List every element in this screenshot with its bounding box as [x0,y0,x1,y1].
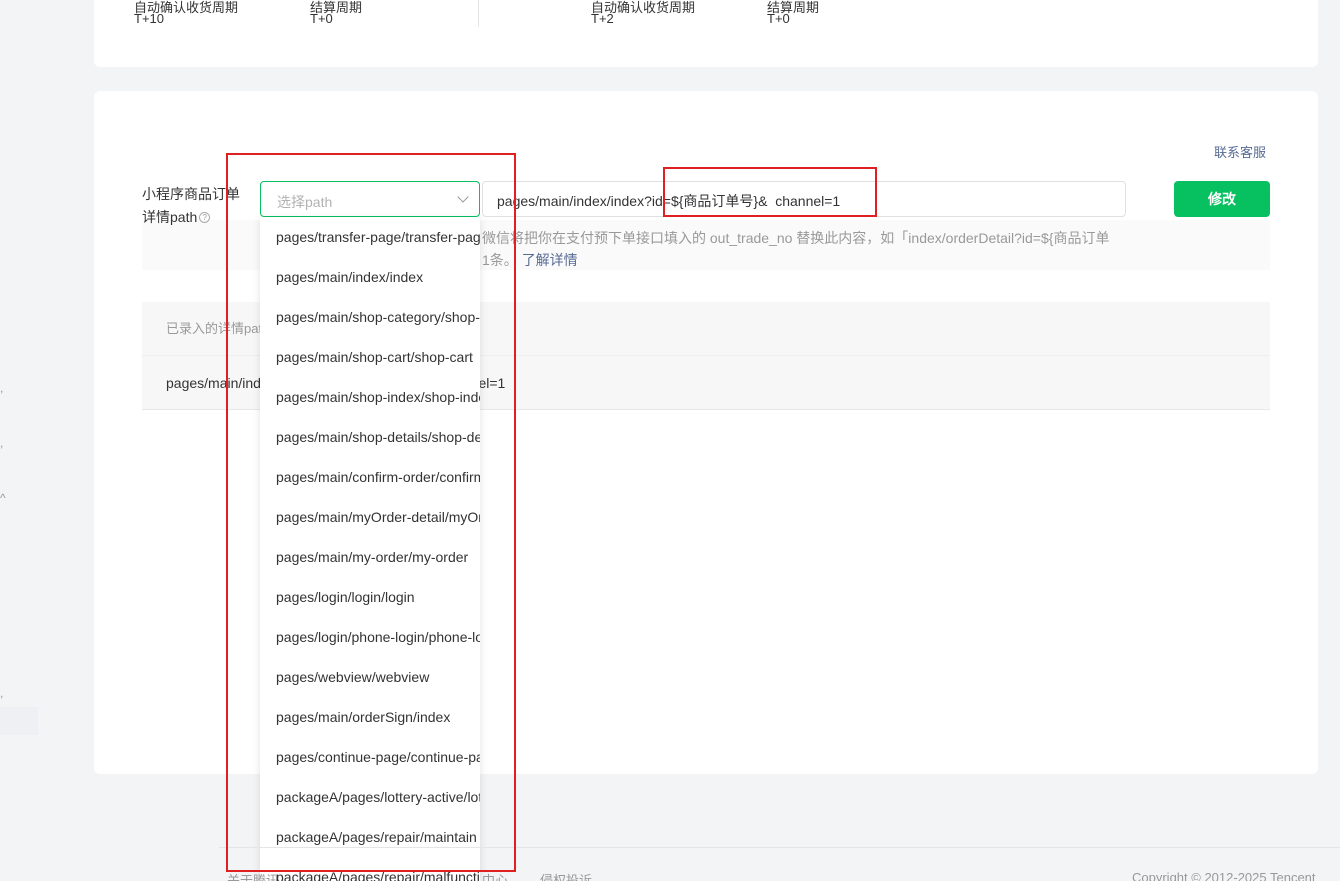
select-placeholder: 选择path [277,194,333,210]
dropdown-option[interactable]: pages/main/orderSign/index [260,697,480,737]
learn-more-link[interactable]: 了解详情 [522,252,578,268]
sidebar-edge-mark: , [0,686,4,700]
sidebar-edge-mark: , [0,436,4,450]
dropdown-option[interactable]: pages/main/shop-cart/shop-cart [260,337,480,377]
path-dropdown[interactable]: pages/transfer-page/transfer-page pages/… [260,217,480,881]
hint-text: 1条。 [482,252,518,268]
dropdown-option[interactable]: pages/login/login/login [260,577,480,617]
dropdown-option[interactable]: packageA/pages/repair/maintain [260,817,480,857]
stat-value: T+2 [591,11,614,26]
path-select[interactable]: 选择path [260,181,480,217]
sidebar-active-item[interactable] [0,707,38,735]
dropdown-option[interactable]: pages/webview/webview [260,657,480,697]
dropdown-option[interactable]: pages/transfer-page/transfer-page [260,217,480,257]
footer-about-link[interactable]: 关于腾讯 [227,870,279,881]
dropdown-option[interactable]: pages/main/index/index [260,257,480,297]
sidebar-edge-mark: , [0,381,4,395]
dropdown-option[interactable]: pages/main/myOrder-detail/myOrder-detail [260,497,480,537]
help-icon[interactable]: ? [199,212,211,223]
order-path-label: 小程序商品订单 详情path? [142,183,240,229]
edit-button[interactable]: 修改 [1174,181,1270,217]
chevron-down-icon [457,191,469,203]
dropdown-option[interactable]: packageA/pages/lottery-active/lottery-ac… [260,777,480,817]
label-line: 小程序商品订单 [142,186,240,202]
dropdown-option[interactable]: pages/main/shop-index/shop-index [260,377,480,417]
footer-center-link[interactable]: 中心 [482,870,508,881]
dropdown-option[interactable]: pages/main/my-order/my-order [260,537,480,577]
dropdown-option[interactable]: pages/main/shop-category/shop-category [260,297,480,337]
label-line: 详情path [142,209,198,225]
path-hint: 微信将把你在支付预下单接口填入的 out_trade_no 替换此内容，如「in… [482,227,1132,271]
dropdown-option[interactable]: pages/main/shop-details/shop-details [260,417,480,457]
settlement-summary-card: 自动确认收货周期 T+10 结算周期 T+0 自动确认收货周期 T+2 结算周期… [94,0,1318,67]
dropdown-option[interactable]: pages/continue-page/continue-page [260,737,480,777]
left-sidebar-edge: , , ^ , [0,0,40,881]
contact-support-link[interactable]: 联系客服 [1214,142,1266,161]
path-input-value: pages/main/index/index?id=${商品订单号}& chan… [497,193,841,209]
dropdown-option[interactable]: packageA/pages/repair/malfunction [260,857,480,881]
footer-complaint-link[interactable]: 侵权投诉 [540,870,592,881]
footer-copyright: Copyright © 2012-2025 Tencent [1132,870,1316,881]
sidebar-edge-mark: ^ [0,491,6,505]
dropdown-option[interactable]: pages/main/confirm-order/confirm-order [260,457,480,497]
path-input[interactable]: pages/main/index/index?id=${商品订单号}& chan… [482,181,1126,217]
divider [478,0,479,27]
stat-value: T+0 [767,11,790,26]
stat-value: T+10 [134,11,164,26]
stat-value: T+0 [310,11,333,26]
dropdown-option[interactable]: pages/login/phone-login/phone-login [260,617,480,657]
footer-divider [219,847,1340,848]
hint-text: 微信将把你在支付预下单接口填入的 out_trade_no 替换此内容，如「in… [482,230,1110,246]
